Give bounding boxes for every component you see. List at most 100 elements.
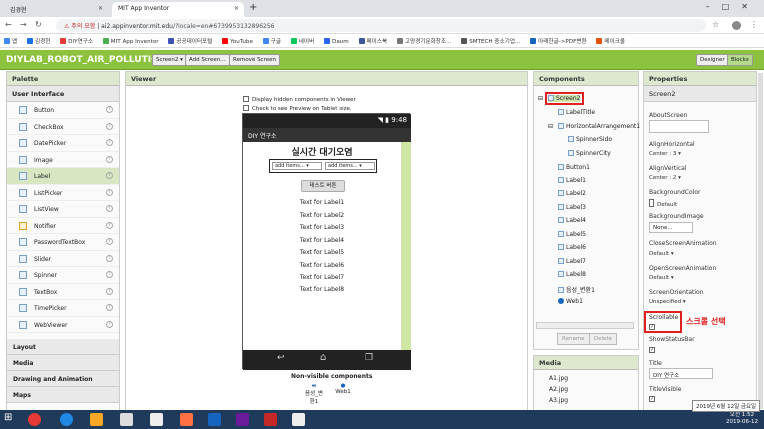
checkbox[interactable] [243, 105, 249, 111]
media-item[interactable]: A1.jpg [549, 375, 568, 382]
app-icon[interactable] [236, 413, 249, 426]
open-animation-select[interactable]: Default ▾ [649, 275, 674, 281]
tree-item[interactable]: HorizontalArrangement1 [558, 123, 640, 130]
label-1[interactable]: Text for Label1 [243, 199, 401, 206]
test-button[interactable]: 테스트 버튼 [301, 180, 345, 192]
palette-item[interactable]: Notifier? [7, 218, 119, 234]
collapse-icon[interactable]: ⊟ [548, 123, 553, 130]
palette-category-maps[interactable]: Maps [7, 387, 119, 403]
bookmark-item[interactable]: MIT App Inventor [102, 38, 159, 45]
tree-item[interactable]: SpinnerSido [568, 136, 612, 143]
bookmark-item[interactable]: Daum [324, 38, 349, 45]
star-icon[interactable]: ☆ [712, 20, 719, 29]
avatar[interactable] [732, 21, 741, 30]
tree-item[interactable]: Label8 [558, 271, 586, 278]
palette-category-media[interactable]: Media [7, 355, 119, 371]
help-icon[interactable]: ? [106, 271, 113, 278]
label-2[interactable]: Text for Label2 [243, 212, 401, 219]
delete-button[interactable]: Delete [589, 333, 618, 345]
help-icon[interactable]: ? [106, 287, 113, 295]
screen-select[interactable]: Screen2 ▾ [152, 54, 187, 66]
media-item[interactable]: A2.jpg [549, 386, 568, 393]
bookmark-item[interactable]: 아래한글->PDF변환 [530, 37, 587, 45]
help-icon[interactable]: ? [106, 205, 113, 212]
palette-item[interactable]: Image? [7, 152, 119, 168]
tree-item[interactable]: Button1 [558, 164, 590, 171]
help-icon[interactable]: ? [106, 139, 113, 146]
spinner-sido[interactable]: add items... ▾ [272, 162, 322, 170]
bookmark-item[interactable]: SMTECH 중소기업... [461, 37, 520, 45]
windows-start-icon[interactable]: ⊞ [4, 412, 17, 425]
tree-item[interactable]: Web1 [558, 298, 583, 305]
designer-button[interactable]: Designer [696, 54, 729, 66]
ie-icon[interactable] [60, 413, 73, 426]
bookmark-item[interactable]: 공공데이터포털 [168, 37, 212, 45]
help-icon[interactable]: ? [106, 221, 113, 229]
rename-button[interactable]: Rename [557, 333, 590, 345]
help-icon[interactable]: ? [106, 106, 113, 113]
bookmark-item[interactable]: 구글 [262, 37, 281, 45]
title-visible-checkbox[interactable]: ✓ [649, 395, 658, 402]
title-input[interactable]: DIY 연구소 [649, 368, 713, 379]
bookmark-item[interactable]: 페이스북 [358, 37, 387, 45]
align-vertical-select[interactable]: Center : 2 ▾ [649, 175, 681, 181]
bookmark-item[interactable]: YouTube [222, 38, 253, 45]
palette-item[interactable]: ListPicker? [7, 185, 119, 201]
label-4[interactable]: Text for Label4 [243, 237, 401, 244]
reload-icon[interactable]: ↻ [35, 20, 42, 29]
bookmark-item[interactable]: 앱 [4, 37, 17, 45]
bookmark-item[interactable]: 고양경기문화창조... [396, 37, 451, 45]
check-icon[interactable]: ✓ [649, 396, 655, 402]
app-icon[interactable] [264, 413, 277, 426]
palette-item[interactable]: PasswordTextBox? [7, 234, 119, 251]
spinner-city[interactable]: add items... ▾ [325, 162, 375, 170]
tree-item[interactable]: Label7 [558, 258, 586, 265]
palette-item-selected[interactable]: Label? [7, 168, 119, 185]
help-icon[interactable]: ? [106, 122, 113, 130]
tree-item[interactable]: Label5 [558, 231, 586, 238]
palette-item[interactable]: WebViewer? [7, 317, 119, 333]
collapse-icon[interactable]: ⊟ [538, 95, 543, 102]
add-screen-button[interactable]: Add Screen... [185, 54, 230, 66]
close-icon[interactable]: ✕ [234, 5, 239, 12]
paint-icon[interactable] [150, 413, 163, 426]
word-icon[interactable] [208, 413, 221, 426]
palette-category[interactable]: User Interface [7, 86, 119, 102]
tree-item[interactable]: 음성_변환1 [558, 285, 595, 294]
palette-category-drawing[interactable]: Drawing and Animation [7, 371, 119, 387]
folder-icon[interactable] [90, 413, 103, 426]
tree-item[interactable]: LabelTitle [558, 109, 595, 116]
bg-color-select[interactable]: Default [649, 199, 677, 208]
label-3[interactable]: Text for Label3 [243, 224, 401, 231]
tree-item[interactable]: Label1 [558, 177, 586, 184]
chrome-icon[interactable] [28, 413, 41, 426]
palette-item[interactable]: TimePicker? [7, 300, 119, 317]
properties-scrollbar[interactable] [758, 73, 763, 409]
close-animation-select[interactable]: Default ▾ [649, 251, 674, 257]
taskbar-clock[interactable]: 오전 1:52 2019-06-12 [726, 412, 758, 426]
phone-scrollbar[interactable] [401, 142, 411, 350]
bg-image-input[interactable]: None... [649, 222, 693, 233]
help-icon[interactable]: ? [106, 188, 113, 196]
new-tab-icon[interactable]: + [249, 2, 257, 13]
palette-category-layout[interactable]: Layout [7, 339, 119, 355]
label-5[interactable]: Text for Label5 [243, 249, 401, 256]
media-item[interactable]: A3.jpg [549, 397, 568, 404]
app-icon[interactable] [120, 413, 133, 426]
bookmark-item[interactable]: 메이크올 [596, 37, 625, 45]
app-icon[interactable] [180, 413, 193, 426]
nonvisible-tts[interactable]: ▬ 음성_변환1 [303, 383, 325, 405]
components-hscroll[interactable] [536, 322, 634, 329]
tree-item[interactable]: Label6 [558, 244, 586, 251]
close-icon[interactable]: ✕ [98, 5, 103, 12]
browser-tab-active[interactable]: MIT App Inventor ✕ [112, 2, 244, 17]
check-icon[interactable]: ✓ [649, 347, 655, 353]
tree-item[interactable]: Label3 [558, 204, 586, 211]
help-icon[interactable]: ? [106, 172, 113, 179]
back-icon[interactable]: ← [5, 20, 12, 29]
forward-icon[interactable]: → [20, 20, 27, 29]
palette-item[interactable]: Slider? [7, 251, 119, 267]
label-7[interactable]: Text for Label7 [243, 274, 401, 281]
status-bar-checkbox[interactable]: ✓ [649, 346, 658, 353]
tree-item[interactable]: Label2 [558, 190, 586, 197]
